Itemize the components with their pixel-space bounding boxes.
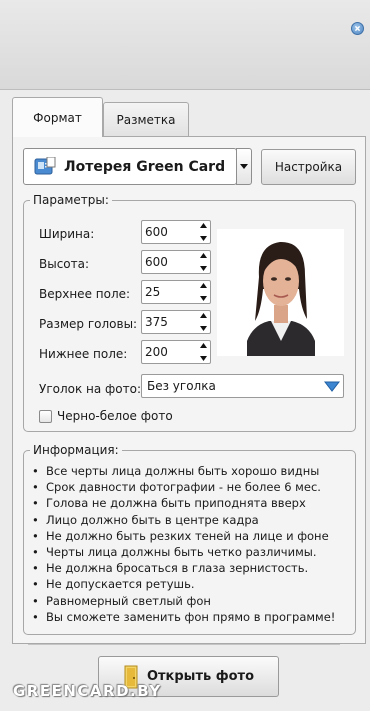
list-item: Вы сможете заменить фон прямо в программ…	[32, 609, 335, 625]
height-value: 600	[145, 255, 168, 269]
divider	[28, 644, 340, 645]
corner-select-value: Без уголка	[147, 379, 216, 393]
corner-select[interactable]: Без уголка	[141, 374, 344, 398]
list-item: Не должна бросаться в глаза зернистость.	[32, 560, 335, 576]
format-dropdown-button[interactable]	[236, 148, 252, 185]
height-stepper[interactable]: 600	[141, 250, 211, 274]
stepper-arrows-icon[interactable]	[198, 223, 208, 241]
top-margin-label: Верхнее поле:	[39, 287, 131, 301]
corner-label: Уголок на фото:	[39, 382, 142, 396]
bottom-margin-stepper[interactable]: 200	[141, 340, 211, 364]
list-item: Голова не должна быть приподнята вверх	[32, 495, 335, 511]
stepper-arrows-icon[interactable]	[198, 343, 208, 361]
parameters-title: Параметры:	[30, 193, 112, 207]
list-item: Черты лица должны быть четко различимы.	[32, 544, 335, 560]
open-photo-label: Открыть фото	[146, 669, 255, 684]
list-item: Равномерный светлый фон	[32, 593, 335, 609]
chevron-down-icon	[324, 381, 340, 392]
tab-content: Лотерея Green Card Настройка Параметры: …	[12, 136, 366, 644]
head-size-stepper[interactable]: 375	[141, 310, 211, 334]
list-item: Не должно быть резких теней на лице и фо…	[32, 528, 335, 544]
top-margin-stepper[interactable]: 25	[141, 280, 211, 304]
list-item: Лицо должно быть в центре кадра	[32, 512, 335, 528]
info-list: Все черты лица должны быть хорошо видны …	[32, 463, 335, 625]
width-label: Ширина:	[39, 227, 95, 241]
stepper-arrows-icon[interactable]	[198, 313, 208, 331]
close-icon[interactable]	[351, 22, 364, 35]
main-panel: Формат Разметка Лотерея Green Card Настр…	[0, 90, 370, 711]
list-item: Все черты лица должны быть хорошо видны	[32, 463, 335, 479]
stepper-arrows-icon[interactable]	[198, 283, 208, 301]
info-title: Информация:	[30, 443, 122, 457]
height-label: Высота:	[39, 257, 90, 271]
title-bar	[0, 0, 370, 90]
head-size-value: 375	[145, 315, 168, 329]
format-select[interactable]: Лотерея Green Card	[23, 148, 237, 185]
width-stepper[interactable]: 600	[141, 220, 211, 244]
format-select-value: Лотерея Green Card	[64, 158, 226, 175]
dropdown-arrow-icon	[240, 164, 248, 169]
tab-markup[interactable]: Разметка	[103, 102, 189, 136]
list-item: Не допускается ретушь.	[32, 576, 335, 592]
stepper-arrows-icon[interactable]	[198, 253, 208, 271]
bottom-margin-label: Нижнее поле:	[39, 347, 128, 361]
bw-checkbox-label: Черно-белое фото	[57, 409, 173, 423]
info-group: Информация: Все черты лица должны быть х…	[23, 443, 356, 635]
tab-format[interactable]: Формат	[12, 97, 103, 137]
width-value: 600	[145, 225, 168, 239]
id-card-icon	[34, 156, 56, 174]
top-margin-value: 25	[145, 285, 161, 299]
settings-button[interactable]: Настройка	[261, 149, 356, 185]
parameters-group: Параметры: Ширина: 600 Высота: 600 Верхн…	[23, 193, 356, 432]
watermark: GREENCARD.BY	[13, 682, 162, 700]
bottom-margin-value: 200	[145, 345, 168, 359]
photo-preview	[217, 229, 344, 356]
bw-checkbox[interactable]	[39, 410, 52, 423]
list-item: Срок давности фотографии - не более 6 ме…	[32, 479, 335, 495]
head-size-label: Размер головы:	[39, 317, 138, 331]
